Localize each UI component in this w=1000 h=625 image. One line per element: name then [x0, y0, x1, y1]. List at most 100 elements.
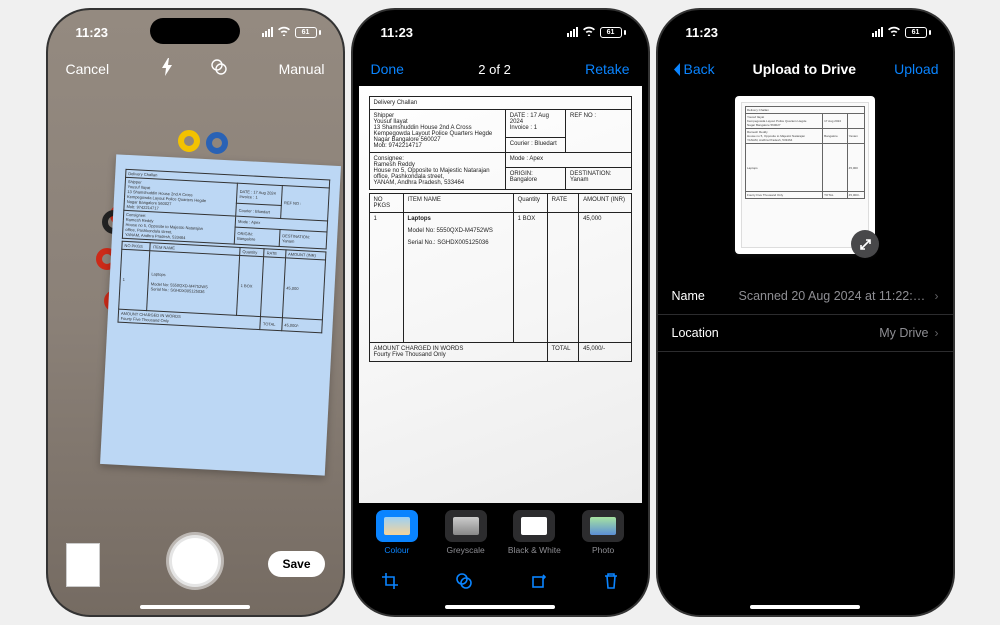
doc-hdr: NO PKGS [369, 194, 403, 213]
row-label: Name [672, 289, 705, 303]
battery-icon: 61 [295, 27, 321, 38]
scan-thumbnail[interactable] [66, 543, 100, 587]
phone-upload-view: 11:23 61 Back Upload to Drive Upload Del… [658, 10, 953, 615]
doc-cell: Laptops [746, 144, 823, 192]
dynamic-island [455, 18, 545, 44]
status-time: 11:23 [381, 25, 414, 40]
cellular-icon [567, 27, 578, 37]
doc-total-label: TOTAL [260, 317, 282, 331]
filter-label: Greyscale [446, 545, 484, 555]
doc-total-value: 45,000/- [847, 192, 864, 199]
filters-icon[interactable] [455, 572, 473, 595]
upload-preview: Delivery Challan Yousuf Ilayat Kempegowd… [735, 96, 875, 254]
doc-invoice-label: Invoice : [239, 194, 254, 200]
status-indicators: 61 [262, 25, 321, 39]
filter-label: Colour [384, 545, 409, 555]
doc-origin-value: Bangalore [237, 236, 255, 242]
doc-hdr: Quantity [513, 194, 547, 213]
desk-ring-yellow [178, 130, 200, 152]
doc-cell: Laptops [408, 216, 431, 222]
doc-cell: 1 BOX [513, 213, 547, 343]
upload-top-bar: Back Upload to Drive Upload [658, 54, 953, 84]
review-top-bar: Done 2 of 2 Retake [353, 54, 648, 84]
doc-dest-value: Yanam [281, 238, 294, 244]
filter-bw[interactable]: Black & White [506, 510, 562, 555]
retake-button[interactable]: Retake [585, 61, 629, 77]
doc-consignee-addr: YANAM, Andhra Pradesh, 533464 [374, 180, 501, 186]
row-value: Scanned 20 Aug 2024 at 11:22:17 AM.pdf [739, 289, 929, 303]
doc-mode-value: Apex [251, 220, 260, 225]
filter-row: Colour Greyscale Black & White Photo [353, 503, 648, 561]
doc-total-label: TOTAL [547, 343, 578, 362]
doc-cell: 1 [369, 213, 403, 343]
home-indicator[interactable] [750, 605, 860, 609]
save-button[interactable]: Save [268, 551, 324, 577]
doc-dest-value: Yanam [847, 129, 864, 144]
doc-invoice-value: 1 [534, 125, 537, 131]
filter-greyscale[interactable]: Greyscale [438, 510, 494, 555]
document-preview[interactable]: Delivery Challan Shipper Yousuf Ilayat 1… [359, 86, 642, 503]
manual-button[interactable]: Manual [279, 61, 325, 77]
doc-dest-value: Yanam [570, 177, 589, 183]
doc-courier-label: Courier : [238, 208, 254, 214]
back-label: Back [684, 61, 715, 77]
home-indicator[interactable] [445, 605, 555, 609]
phone-review-view: 11:23 61 Done 2 of 2 Retake Delivery Cha… [353, 10, 648, 615]
upload-button[interactable]: Upload [894, 61, 938, 77]
doc-cell: 45,000 [282, 258, 325, 320]
doc-courier-value: Bluedart [255, 208, 270, 214]
upload-details: Name Scanned 20 Aug 2024 at 11:22:17 AM.… [658, 278, 953, 352]
doc-cell: Serial No.: SGHDX005125036 [408, 240, 509, 246]
doc-words-value: Fourty Five Thousand Only [746, 192, 823, 199]
wifi-icon [277, 25, 291, 39]
name-row[interactable]: Name Scanned 20 Aug 2024 at 11:22:17 AM.… [658, 278, 953, 315]
filter-label: Black & White [508, 545, 561, 555]
wifi-icon [887, 25, 901, 39]
camera-top-bar: Cancel Manual [48, 54, 343, 84]
doc-words-value: Fourty Five Thousand Only [374, 352, 446, 358]
doc-words-value: Fourty Five Thousand Only [120, 316, 168, 324]
shutter-button[interactable] [169, 535, 221, 587]
doc-title: Delivery Challan [369, 97, 631, 110]
doc-courier-value: Bluedart [534, 141, 556, 147]
flash-icon[interactable] [160, 58, 174, 81]
doc-courier-label: Courier : [510, 141, 533, 147]
location-row[interactable]: Location My Drive › [658, 315, 953, 352]
doc-total-label: TOTAL [823, 192, 848, 199]
doc-origin-value: Bangalore [823, 129, 848, 144]
doc-cell: Laptops [151, 271, 236, 280]
doc-shipper-mob: Mob: 9742214717 [374, 143, 501, 149]
cancel-button[interactable]: Cancel [66, 61, 110, 77]
doc-hdr: ITEM NAME [403, 194, 513, 213]
home-indicator[interactable] [140, 605, 250, 609]
rotate-icon[interactable] [529, 572, 547, 595]
doc-date-value: 17 Aug 2024 [823, 114, 848, 129]
filter-photo[interactable]: Photo [575, 510, 631, 555]
doc-cell: 1 [118, 249, 149, 310]
page-counter: 2 of 2 [478, 62, 511, 77]
expand-button[interactable] [851, 230, 879, 258]
crop-icon[interactable] [381, 572, 399, 595]
doc-hdr: AMOUNT (INR) [579, 194, 631, 213]
tool-row [353, 565, 648, 601]
doc-invoice-label: Invoice : [510, 125, 532, 131]
doc-mode-value: Apex [529, 156, 543, 162]
doc-cell: 45,000 [847, 144, 864, 192]
done-button[interactable]: Done [371, 61, 404, 77]
doc-mode-label: Mode : [510, 156, 528, 162]
doc-cell: 1 BOX [236, 255, 263, 316]
trash-icon[interactable] [603, 572, 619, 595]
cellular-icon [872, 27, 883, 37]
back-button[interactable]: Back [672, 61, 715, 77]
battery-level: 61 [912, 29, 920, 36]
doc-cell: 45,000 [579, 213, 631, 343]
filters-icon[interactable] [210, 58, 228, 81]
doc-title: Delivery Challan [746, 107, 865, 114]
phone-scan-view: 11:23 61 Cancel Manual D [48, 10, 343, 615]
doc-ref: REF NO : [565, 110, 631, 153]
filter-label: Photo [592, 545, 614, 555]
doc-mode-label: Mode : [237, 219, 249, 225]
status-time: 11:23 [76, 25, 109, 40]
doc-invoice-value: 1 [255, 194, 257, 199]
filter-colour[interactable]: Colour [369, 510, 425, 555]
